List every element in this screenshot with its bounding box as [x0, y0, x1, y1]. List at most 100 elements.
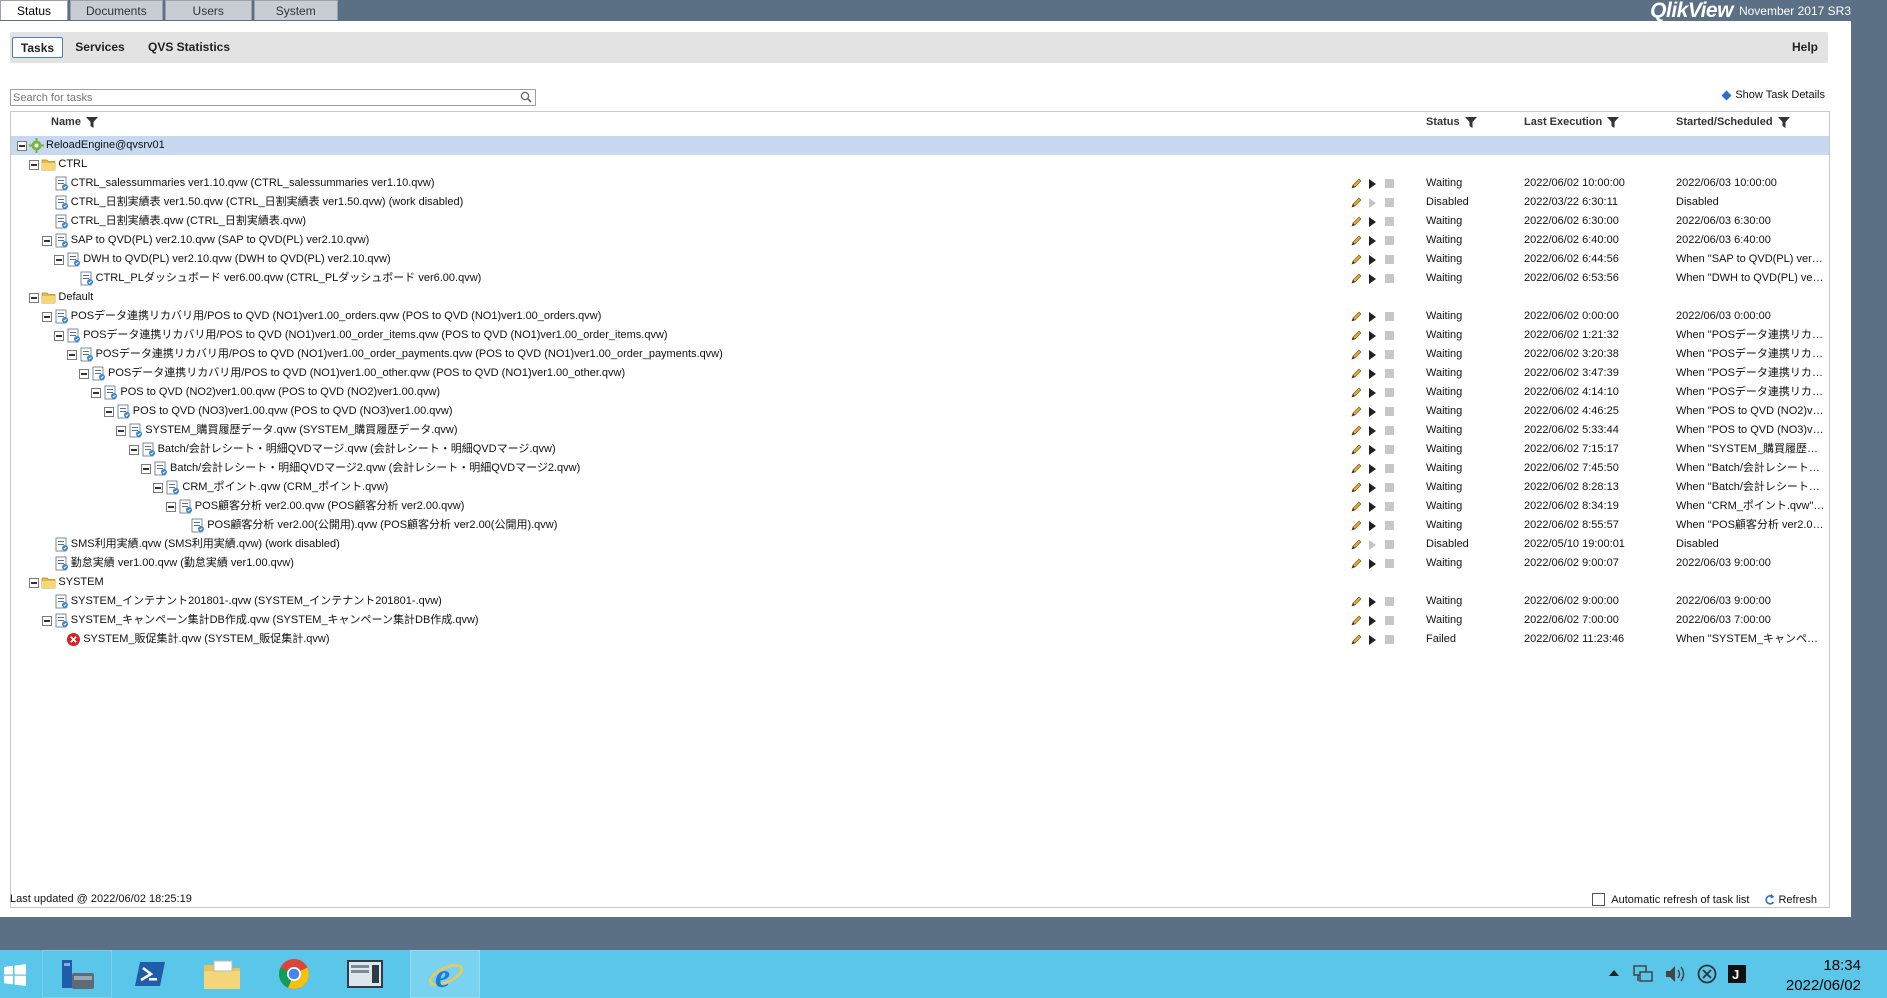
collapse-toggle[interactable]: [91, 388, 102, 398]
task-row[interactable]: POSデータ連携リカバリ用/POS to QVD (NO1)ver1.00_or…: [11, 307, 1829, 326]
col-last-execution[interactable]: Last Execution: [1524, 116, 1620, 128]
stop-icon[interactable]: [1385, 483, 1394, 492]
play-icon[interactable]: [1369, 616, 1376, 626]
play-icon[interactable]: [1369, 331, 1376, 341]
task-row[interactable]: POS顧客分析 ver2.00.qvw (POS顧客分析 ver2.00.qvw…: [11, 497, 1829, 516]
collapse-toggle[interactable]: [41, 236, 52, 246]
task-name[interactable]: POSデータ連携リカバリ用/POS to QVD (NO1)ver1.00_or…: [71, 307, 602, 326]
stop-icon[interactable]: [1385, 540, 1394, 549]
folder-row[interactable]: Default: [11, 288, 1829, 307]
play-icon[interactable]: [1369, 274, 1376, 284]
stop-icon[interactable]: [1385, 445, 1394, 454]
stop-icon[interactable]: [1385, 597, 1394, 606]
folder-row[interactable]: CTRL: [11, 155, 1829, 174]
edit-pencil-icon[interactable]: [1351, 273, 1362, 284]
stop-icon[interactable]: [1385, 635, 1394, 644]
task-name[interactable]: SAP to QVD(PL) ver2.10.qvw (SAP to QVD(P…: [71, 231, 370, 250]
task-row[interactable]: POSデータ連携リカバリ用/POS to QVD (NO1)ver1.00_or…: [11, 326, 1829, 345]
clock[interactable]: 18:34 2022/06/02: [1786, 956, 1861, 996]
task-row[interactable]: 勤怠実績 ver1.00.qvw (勤怠実績 ver1.00.qvw) Waiti…: [11, 554, 1829, 573]
tab-system[interactable]: System: [253, 0, 338, 20]
collapse-toggle[interactable]: [165, 502, 176, 512]
play-icon[interactable]: [1369, 559, 1376, 569]
task-row[interactable]: SYSTEM_キャンペーン集計DB作成.qvw (SYSTEM_キャンペーン集計…: [11, 611, 1829, 630]
task-row[interactable]: POS to QVD (NO3)ver1.00.qvw (POS to QVD …: [11, 402, 1829, 421]
task-name[interactable]: 勤怠実績 ver1.00.qvw (勤怠実績 ver1.00.qvw): [71, 554, 294, 573]
task-name[interactable]: SYSTEM_インテナント201801-.qvw (SYSTEM_インテナント2…: [71, 592, 442, 611]
task-row[interactable]: SYSTEM_販促集計.qvw (SYSTEM_販促集計.qvw) Failed 2…: [11, 630, 1829, 649]
edit-pencil-icon[interactable]: [1351, 501, 1362, 512]
edit-pencil-icon[interactable]: [1351, 615, 1362, 626]
task-name[interactable]: POS to QVD (NO3)ver1.00.qvw (POS to QVD …: [133, 402, 453, 421]
search-icon[interactable]: [520, 91, 532, 103]
task-name[interactable]: POS to QVD (NO2)ver1.00.qvw (POS to QVD …: [120, 383, 440, 402]
edit-pencil-icon[interactable]: [1351, 330, 1362, 341]
task-row[interactable]: POSデータ連携リカバリ用/POS to QVD (NO1)ver1.00_or…: [11, 345, 1829, 364]
task-name[interactable]: SMS利用実績.qvw (SMS利用実績.qvw) (work disabled…: [71, 535, 340, 554]
col-started-scheduled[interactable]: Started/Scheduled: [1676, 116, 1790, 128]
tab-status[interactable]: Status: [0, 0, 68, 20]
taskbar-server-manager[interactable]: [42, 950, 112, 998]
start-button[interactable]: [0, 950, 40, 998]
ime-icon[interactable]: J: [1727, 964, 1747, 984]
task-row[interactable]: CTRL_日割実績表 ver1.50.qvw (CTRL_日割実績表 ver1.…: [11, 193, 1829, 212]
stop-icon[interactable]: [1385, 274, 1394, 283]
edit-pencil-icon[interactable]: [1351, 482, 1362, 493]
task-name[interactable]: CTRL_salessummaries ver1.10.qvw (CTRL_sa…: [71, 174, 435, 193]
task-name[interactable]: CTRL_日割実績表 ver1.50.qvw (CTRL_日割実績表 ver1.…: [71, 193, 463, 212]
task-name[interactable]: CRM_ポイント.qvw (CRM_ポイント.qvw): [182, 478, 388, 497]
stop-icon[interactable]: [1385, 312, 1394, 321]
task-row[interactable]: CTRL_PLダッシュボード ver6.00.qvw (CTRL_PLダッシュボ…: [11, 269, 1829, 288]
task-row[interactable]: DWH to QVD(PL) ver2.10.qvw (DWH to QVD(P…: [11, 250, 1829, 269]
task-row[interactable]: SYSTEM_インテナント201801-.qvw (SYSTEM_インテナント2…: [11, 592, 1829, 611]
edit-pencil-icon[interactable]: [1351, 520, 1362, 531]
task-name[interactable]: POSデータ連携リカバリ用/POS to QVD (NO1)ver1.00_ot…: [108, 364, 625, 383]
play-icon[interactable]: [1369, 369, 1376, 379]
task-name[interactable]: POSデータ連携リカバリ用/POS to QVD (NO1)ver1.00_or…: [96, 345, 723, 364]
col-name[interactable]: Name: [51, 116, 98, 128]
edit-pencil-icon[interactable]: [1351, 425, 1362, 436]
stop-icon[interactable]: [1385, 521, 1394, 530]
task-row[interactable]: SAP to QVD(PL) ver2.10.qvw (SAP to QVD(P…: [11, 231, 1829, 250]
subtab-tasks[interactable]: Tasks: [12, 37, 63, 58]
edit-pencil-icon[interactable]: [1351, 444, 1362, 455]
stop-icon[interactable]: [1385, 407, 1394, 416]
task-row[interactable]: CRM_ポイント.qvw (CRM_ポイント.qvw) Waiting 2022/0…: [11, 478, 1829, 497]
task-row[interactable]: POS顧客分析 ver2.00(公開用).qvw (POS顧客分析 ver2.0…: [11, 516, 1829, 535]
edit-pencil-icon[interactable]: [1351, 368, 1362, 379]
edit-pencil-icon[interactable]: [1351, 216, 1362, 227]
edit-pencil-icon[interactable]: [1351, 197, 1362, 208]
task-name[interactable]: SYSTEM_キャンペーン集計DB作成.qvw (SYSTEM_キャンペーン集計…: [71, 611, 479, 630]
edit-pencil-icon[interactable]: [1351, 178, 1362, 189]
stop-icon[interactable]: [1385, 255, 1394, 264]
collapse-toggle[interactable]: [128, 445, 139, 455]
taskbar-file-explorer[interactable]: [186, 950, 256, 998]
edit-pencil-icon[interactable]: [1351, 254, 1362, 265]
stop-icon[interactable]: [1385, 616, 1394, 625]
stop-icon[interactable]: [1385, 502, 1394, 511]
task-name[interactable]: ReloadEngine@qvsrv01: [46, 136, 165, 155]
task-row[interactable]: Batch/会計レシート・明細QVDマージ2.qvw (会計レシート・明細QVD…: [11, 459, 1829, 478]
taskbar-qlikview-management[interactable]: [330, 950, 400, 998]
stop-icon[interactable]: [1385, 331, 1394, 340]
collapse-toggle[interactable]: [66, 350, 77, 360]
collapse-toggle[interactable]: [29, 160, 40, 170]
folder-row[interactable]: SYSTEM: [11, 573, 1829, 592]
chevron-up-icon[interactable]: [1609, 970, 1619, 976]
stop-icon[interactable]: [1385, 217, 1394, 226]
col-status[interactable]: Status: [1426, 116, 1477, 128]
collapse-toggle[interactable]: [41, 616, 52, 626]
play-icon[interactable]: [1369, 255, 1376, 265]
filter-icon[interactable]: [1777, 116, 1790, 128]
collapse-toggle[interactable]: [153, 483, 164, 493]
task-row[interactable]: POS to QVD (NO2)ver1.00.qvw (POS to QVD …: [11, 383, 1829, 402]
collapse-toggle[interactable]: [141, 464, 151, 474]
task-name[interactable]: CTRL_日割実績表.qvw (CTRL_日割実績表.qvw): [71, 212, 306, 231]
play-icon[interactable]: [1369, 464, 1376, 474]
collapse-toggle[interactable]: [54, 331, 65, 341]
task-name[interactable]: Batch/会計レシート・明細QVDマージ2.qvw (会計レシート・明細QVD…: [170, 459, 580, 478]
filter-icon[interactable]: [1607, 116, 1620, 128]
task-name[interactable]: DWH to QVD(PL) ver2.10.qvw (DWH to QVD(P…: [83, 250, 390, 269]
stop-icon[interactable]: [1385, 426, 1394, 435]
edit-pencil-icon[interactable]: [1351, 387, 1362, 398]
